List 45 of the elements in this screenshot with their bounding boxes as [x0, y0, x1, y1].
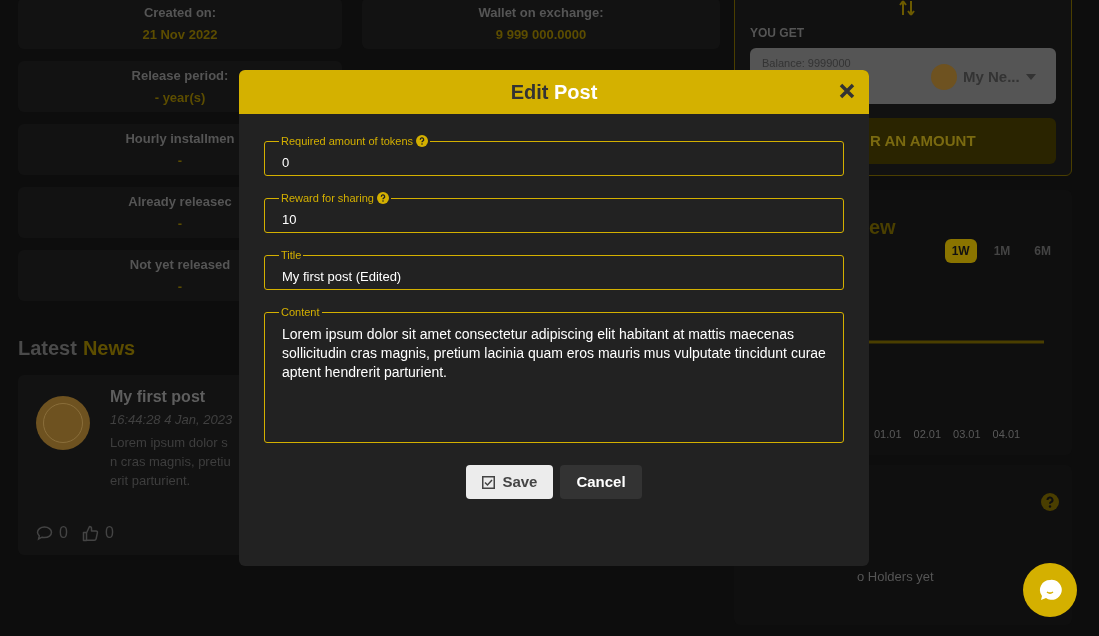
input-value[interactable]: 10 — [282, 209, 826, 229]
caret-icon — [1026, 74, 1036, 80]
chart-title: ew — [869, 215, 896, 240]
help-icon[interactable] — [416, 135, 429, 148]
checkbox-icon — [482, 475, 496, 489]
axis-label: 02.01 — [913, 427, 942, 442]
stat-label: Release period: — [131, 66, 229, 85]
stat-label: Already releasec — [128, 192, 232, 211]
stat-value: 21 Nov 2022 — [142, 26, 218, 44]
save-button[interactable]: Save — [466, 465, 554, 499]
axis-label: 03.01 — [953, 427, 981, 442]
stat-value: - — [177, 215, 183, 233]
axis-label: 04.01 — [992, 427, 1021, 442]
field-label: Reward for sharing — [281, 191, 374, 206]
coin-icon — [931, 64, 957, 90]
input-field[interactable]: Required amount of tokens 0 — [264, 133, 844, 176]
stat-label: Created on: — [143, 3, 217, 22]
field-label: Content — [281, 305, 320, 320]
axis-label: 01.01 — [874, 427, 902, 442]
chat-bubble-icon — [1038, 578, 1062, 602]
section-heading: News — [82, 336, 136, 361]
field-label: Title — [281, 248, 302, 263]
dialog-title: Edit Post — [510, 80, 598, 105]
field-label: Required amount of tokens — [281, 134, 414, 149]
empty-text: o Holders yet — [857, 568, 934, 586]
text-area-input[interactable]: Lorem ipsum dolor sit amet consectetur adipiscing elit habitant at mattis maecenas sollicitudin cras magnis, pretium lacinia quam eros mauris mus vulputate tincidunt curae aptent hendrerit parturient. — [282, 324, 826, 437]
stat-label: Not yet released — [129, 255, 231, 274]
thumbs-up-icon[interactable] — [81, 524, 99, 542]
stat-value: - year(s) — [154, 89, 206, 107]
stat-value: - — [177, 152, 183, 170]
avatar-icon — [36, 396, 90, 450]
swap-arrows-icon[interactable] — [898, 0, 916, 17]
stat-label: Hourly installmen — [125, 129, 235, 148]
cancel-button[interactable]: Cancel — [560, 465, 642, 499]
section-label: YOU GET — [750, 25, 805, 42]
input-value[interactable]: My first post (Edited) — [282, 266, 826, 286]
input-field[interactable]: Reward for sharing 10 — [264, 190, 844, 233]
stat-value: 9 999 000.0000 — [495, 26, 587, 44]
section-heading: Latest — [18, 336, 77, 361]
stat-value: - — [177, 278, 183, 296]
close-button[interactable] — [839, 83, 855, 99]
close-icon — [839, 83, 855, 99]
help-icon[interactable] — [376, 192, 389, 205]
range-tab[interactable]: 1W — [944, 239, 977, 263]
stat-label: Wallet on exchange: — [478, 3, 604, 22]
